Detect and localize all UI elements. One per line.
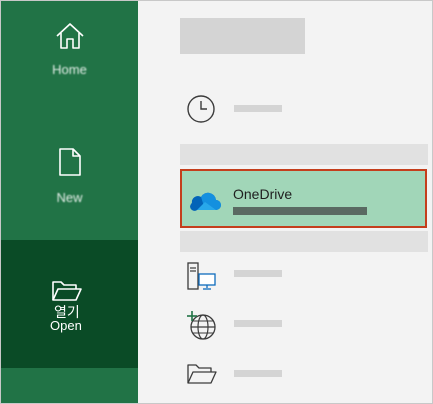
folder-icon — [186, 361, 218, 392]
nav-open-label: Open — [50, 318, 82, 333]
backstage-nav: Home New 열기 Open — [1, 1, 138, 403]
onedrive-cloud-icon — [188, 189, 222, 216]
nav-home-label: Home — [52, 62, 87, 77]
section-header-placeholder — [180, 144, 428, 165]
location-browse[interactable] — [180, 357, 428, 393]
globe-add-icon — [186, 310, 218, 347]
clock-icon — [186, 94, 216, 129]
nav-new[interactable]: New — [1, 119, 138, 239]
onedrive-account-placeholder — [233, 207, 367, 215]
section-header-placeholder — [180, 231, 428, 252]
nav-open[interactable]: 열기 Open — [1, 240, 138, 368]
backstage-window: Home New 열기 Open OneDrive — [0, 0, 433, 404]
page-title-placeholder — [180, 18, 305, 54]
location-this-pc-label-placeholder — [234, 270, 282, 277]
location-recent-label-placeholder — [234, 105, 282, 112]
location-this-pc[interactable] — [180, 257, 428, 293]
location-recent[interactable] — [180, 89, 428, 129]
location-onedrive[interactable]: OneDrive — [180, 169, 427, 228]
computer-icon — [186, 261, 218, 296]
onedrive-name: OneDrive — [233, 186, 293, 202]
location-browse-label-placeholder — [234, 370, 282, 377]
location-add-place[interactable] — [180, 307, 428, 343]
location-add-place-label-placeholder — [234, 320, 282, 327]
nav-new-label: New — [56, 190, 83, 205]
home-icon — [1, 21, 138, 56]
nav-home[interactable]: Home — [1, 1, 138, 119]
new-document-icon — [1, 147, 138, 182]
